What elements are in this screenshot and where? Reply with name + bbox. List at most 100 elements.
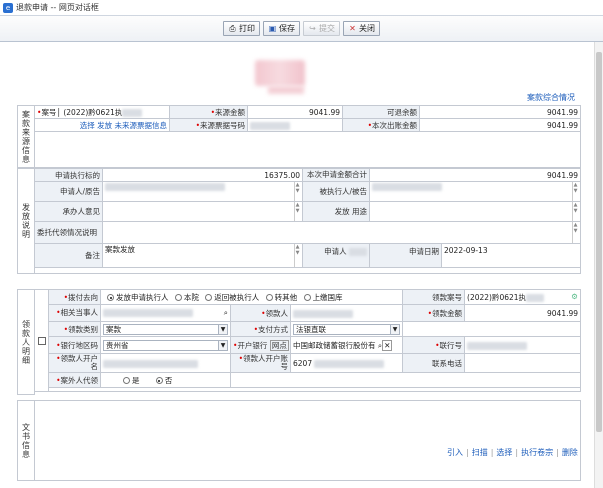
select-link[interactable]: 选择 (80, 121, 95, 130)
scrollbar-thumb[interactable] (596, 52, 602, 432)
out-amount-label: •本次出账金额 (342, 118, 420, 132)
vertical-scrollbar[interactable] (594, 42, 603, 488)
ticket-no-label: •来源票据号码 (169, 118, 248, 132)
payee-checkbox[interactable] (37, 337, 46, 345)
search-icon[interactable]: ⌕ (224, 308, 228, 318)
direction-radio-2[interactable] (205, 294, 213, 301)
handler-opinion-label: 承办人意见 (34, 201, 103, 222)
disburse-link[interactable]: 发放 (97, 121, 112, 130)
import-link[interactable]: 引入 (447, 448, 463, 457)
defendant-field[interactable]: ▲ ▼ (368, 181, 582, 202)
submit-button[interactable]: ↪ 提交 (303, 21, 340, 36)
type-label: •领款类别 (48, 321, 101, 337)
floppy-icon: ▣ (268, 24, 277, 33)
refundable-label: 可退余额 (342, 105, 420, 119)
direction-radio-0[interactable] (107, 294, 114, 301)
source-amount-label: •来源金额 (169, 105, 248, 119)
pay-case-label: 领款案号 (402, 289, 466, 305)
party-field[interactable]: ⌕ (100, 304, 231, 322)
applicant-label: 申请人/原告 (34, 181, 103, 202)
account-field[interactable]: 6207 (289, 353, 404, 373)
applicant-name-label: 申请人 (302, 243, 370, 268)
type-select[interactable]: 案款 ▼ (103, 323, 228, 335)
direction-options: 发放申请执行人 本院 返回被执行人 转其他 上缴国库 (99, 289, 404, 305)
direction-radio-1[interactable] (174, 294, 182, 301)
case-lookup-icon[interactable]: ⚙ (571, 292, 578, 301)
defendant-label: 被执行人/被告 (302, 181, 370, 202)
payee-field[interactable] (289, 304, 404, 322)
chevron-down-icon: ▼ (218, 340, 227, 350)
toolbar: ⎙ 打印 ▣ 保存 ↪ 提交 ✕ 关闭 (0, 16, 603, 42)
entrust-label: 委托代领情况说明 (34, 221, 103, 244)
purpose-field[interactable]: ▲ ▼ (368, 201, 582, 222)
source-table: 案款来源信息 •案号│ (2022)黔0621执 •来源金额 9041.99 可… (17, 105, 581, 168)
scan-link[interactable]: 扫描 (472, 448, 488, 457)
delete-link[interactable]: 删除 (562, 448, 578, 457)
payee-label: •领款人 (230, 304, 291, 322)
unsource-ticket-link[interactable]: 未来源票据信息 (115, 121, 168, 130)
method-select[interactable]: 法银直联 ▼ (293, 323, 401, 335)
handler-opinion-field[interactable]: ▲ ▼ (102, 201, 303, 222)
holder-field[interactable] (100, 353, 231, 373)
doc-actions: 引入 | 扫描 | 选择 | 执行卷宗 | 删除 (447, 448, 578, 457)
applicant-field[interactable]: ▲ ▼ (102, 181, 303, 202)
print-button[interactable]: ⎙ 打印 (223, 21, 260, 36)
payee-section-label: 领款人明细 (17, 289, 35, 395)
direction-radio-4[interactable] (303, 294, 311, 301)
union-no-label: •联行号 (402, 336, 466, 354)
source-section-label: 案款来源信息 (17, 105, 35, 168)
exec-file-link[interactable]: 执行卷宗 (521, 448, 553, 457)
source-amount-value: 9041.99 (247, 105, 343, 119)
exec-target-label: 申请执行标的 (34, 168, 103, 182)
grant-table: 发放说明 申请执行标的 16375.00 本次申请金额合计 9041.99 申请… (17, 168, 582, 274)
doc-table: 文书信息 (17, 400, 581, 481)
party-label: •相关当事人 (48, 304, 101, 322)
remark-field[interactable]: 案款发放 ▲ ▼ (102, 243, 303, 268)
bank-label: •开户银行 网点 (230, 336, 291, 354)
submit-icon: ↪ (309, 24, 316, 33)
bank-field[interactable]: 中国邮政储蓄银行股份有 ⌕ ✕ (289, 336, 404, 354)
save-button[interactable]: ▣ 保存 (263, 21, 300, 36)
outside-proxy-label: •案外人代领 (48, 372, 101, 388)
account-label: •领款人开户账号 (230, 353, 291, 373)
purpose-label: 发放 用途 (302, 201, 370, 222)
printer-icon: ⎙ (229, 23, 236, 33)
method-label: •支付方式 (230, 321, 291, 337)
redacted-title (255, 60, 305, 86)
payee-table: 领款人明细 •拨付去向 发放申请执行人 本院 返回被执行人 转其他 上缴国库 领… (17, 289, 582, 395)
apply-date-value: 2022-09-13 (440, 243, 582, 268)
close-button[interactable]: ✕ 关闭 (343, 21, 380, 36)
outside-proxy-options: 是 否 (100, 372, 231, 388)
out-amount-value: 9041.99 (419, 118, 581, 132)
pay-case-value: (2022)黔0621执 ⚙ (464, 289, 582, 305)
chevron-down-icon: ▼ (218, 324, 227, 334)
redacted-subtitle (268, 86, 304, 94)
case-no-cell: •案号│ (2022)黔0621执 (34, 105, 170, 119)
region-select[interactable]: 贵州省 ▼ (103, 339, 228, 351)
total-amount-label: 本次申请金额合计 (302, 168, 370, 182)
phone-label: 联系电话 (402, 353, 466, 373)
case-summary-link[interactable]: 案款综合情况 (527, 92, 575, 103)
holder-label: •领款人开户名 (48, 353, 101, 373)
entrust-field[interactable]: ▲ ▼ (101, 221, 582, 244)
doc-section-label: 文书信息 (17, 400, 35, 481)
window-title: 退款申请 -- 网页对话框 (16, 3, 99, 12)
union-no-field[interactable] (464, 336, 582, 354)
browser-icon: e (3, 2, 13, 13)
outside-no-radio[interactable] (155, 377, 163, 384)
close-icon: ✕ (349, 24, 356, 33)
apply-date-label: 申请日期 (369, 243, 442, 268)
exec-target-value: 16375.00 (102, 168, 303, 182)
direction-radio-3[interactable] (265, 294, 273, 301)
clear-icon[interactable]: ✕ (382, 339, 393, 351)
grant-section-label: 发放说明 (17, 168, 35, 274)
ticket-no-value (247, 118, 343, 132)
window-titlebar: e 退款申请 -- 网页对话框 (0, 0, 603, 16)
refundable-value: 9041.99 (419, 105, 581, 119)
outside-yes-radio[interactable] (123, 377, 130, 384)
total-amount-value: 9041.99 (368, 168, 582, 182)
chevron-down-icon: ▼ (390, 324, 400, 334)
phone-field[interactable] (464, 353, 582, 373)
payee-amount-label: •领款金额 (402, 304, 466, 322)
choose-link[interactable]: 选择 (496, 448, 512, 457)
